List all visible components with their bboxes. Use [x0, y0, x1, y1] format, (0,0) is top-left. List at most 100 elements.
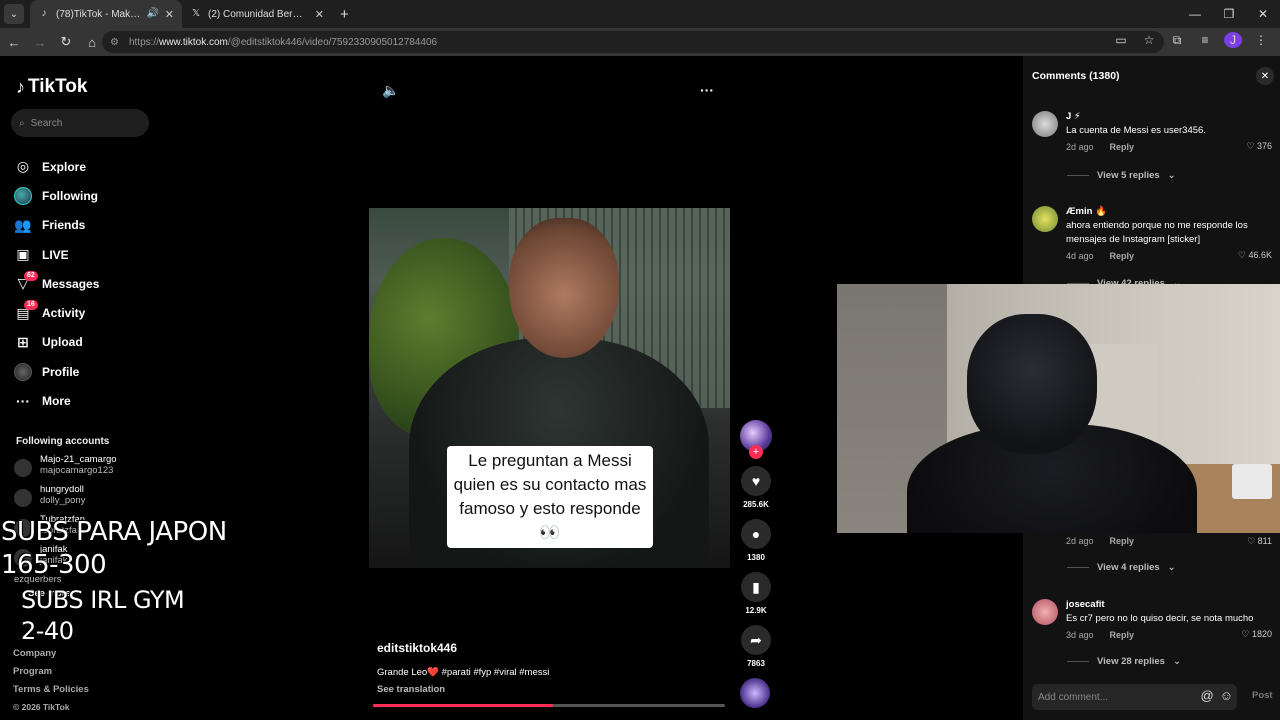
activity-badge: 16 [24, 300, 38, 311]
footer-company[interactable]: Company [13, 648, 89, 666]
reply-button[interactable]: Reply [1110, 251, 1135, 261]
sidebar-item-live[interactable]: ▣ LIVE [14, 240, 99, 269]
extensions-icon[interactable]: ⧉ [1168, 33, 1186, 48]
footer-copyright: © 2026 TikTok [13, 702, 70, 712]
video-description: Grande Leo❤️ #parati #fyp #viral #messi [377, 667, 550, 678]
comment-time: 2d ago [1066, 142, 1094, 152]
view-replies-button[interactable]: View 5 replies ⌄ [1067, 170, 1176, 181]
compass-icon: ◎ [16, 158, 30, 175]
restore-icon[interactable]: ❐ [1212, 0, 1246, 28]
site-info-icon[interactable]: ⚙ [110, 37, 119, 48]
account-name: hungrydoll [40, 484, 84, 495]
url-field[interactable]: ⚙ https://www.tiktok.com/@editstiktok446… [102, 31, 1164, 53]
speaker-icon[interactable]: 🔊 [147, 8, 159, 20]
share-action[interactable]: ➦ 7863 [738, 625, 774, 668]
minimize-icon[interactable]: — [1178, 0, 1212, 28]
comment-like[interactable]: ♡ 1820 [1241, 629, 1272, 640]
view-replies-label: View 4 replies [1097, 562, 1160, 573]
close-window-icon[interactable]: ✕ [1246, 0, 1280, 28]
new-tab-icon[interactable]: + [340, 6, 349, 23]
menu-kebab-icon[interactable]: ⋮ [1252, 33, 1270, 47]
tiktok-logo[interactable]: ♪ TikTok [16, 76, 87, 98]
close-tab-icon[interactable]: ✕ [165, 8, 174, 21]
sidebar-item-messages[interactable]: ▽ 62 Messages [14, 269, 99, 298]
video-info: editstiktok446 Grande Leo❤️ #parati #fyp… [377, 641, 549, 695]
home-icon[interactable]: ⌂ [80, 30, 104, 54]
video-person-head [509, 218, 619, 358]
comment-text: Es cr7 pero no lo quiso decir, se nota m… [1066, 613, 1254, 624]
bookmark-star-icon[interactable]: ☆ [1140, 33, 1158, 47]
comment-placeholder: Add comment... [1038, 691, 1109, 703]
sidebar-item-more[interactable]: ··· More [14, 386, 99, 415]
comment-user[interactable]: J ⚡ [1066, 111, 1272, 122]
tab-tiktok[interactable]: ♪ (78)TikTok - Make Your Day 🔊 ✕ [30, 0, 182, 28]
see-translation-link[interactable]: See translation [377, 684, 549, 695]
sidebar-item-following[interactable]: Following [14, 181, 99, 210]
x-favicon-icon: 𝕏 [191, 8, 201, 19]
cast-icon[interactable]: ▭ [1112, 33, 1130, 47]
avatar[interactable] [1032, 599, 1058, 625]
music-disc-icon[interactable] [740, 678, 770, 708]
share-icon[interactable]: ➦ [741, 625, 771, 655]
comment-item: josecafit Es cr7 pero no lo quiso decir,… [1032, 599, 1272, 640]
sidebar-item-explore[interactable]: ◎ Explore [14, 152, 99, 181]
add-comment-input[interactable]: Add comment... @ ☺ [1032, 684, 1237, 710]
save-action[interactable]: ▮ 12.9K [738, 572, 774, 615]
footer-terms[interactable]: Terms & Policies [13, 684, 89, 702]
comment-user[interactable]: josecafit [1066, 599, 1272, 610]
post-button[interactable]: Post [1252, 690, 1273, 701]
tab-search-icon[interactable]: ⌄ [4, 4, 24, 24]
sidebar-item-upload[interactable]: ⊞ Upload [14, 328, 99, 357]
profile-avatar[interactable]: J [1224, 32, 1242, 48]
footer-program[interactable]: Program [13, 666, 89, 684]
sidebar-item-activity[interactable]: ▤ 16 Activity [14, 298, 99, 327]
account-handle: dolly_pony [40, 495, 86, 506]
comment-like[interactable]: ♡ 46.6K [1238, 250, 1272, 261]
creator-avatar[interactable]: + [740, 420, 772, 459]
avatar [14, 489, 32, 507]
heart-icon[interactable]: ♥ [741, 466, 771, 496]
view-replies-button[interactable]: View 4 replies ⌄ [1067, 562, 1176, 573]
window-controls: — ❐ ✕ [1178, 0, 1280, 28]
forward-icon[interactable]: → [28, 30, 52, 54]
more-options-icon[interactable]: ··· [700, 82, 714, 98]
comment-like[interactable]: ♡ 376 [1246, 141, 1272, 152]
sidebar-item-friends[interactable]: 👥 Friends [14, 211, 99, 240]
emoji-icon[interactable]: ☺ [1220, 688, 1233, 703]
comment-icon[interactable]: ● [741, 519, 771, 549]
follow-plus-icon[interactable]: + [749, 445, 763, 459]
comment-text: La cuenta de Messi es user3456. [1066, 125, 1206, 136]
reply-button[interactable]: Reply [1110, 630, 1135, 640]
comment-user[interactable]: Æmin 🔥 [1066, 206, 1272, 217]
search-input[interactable]: ⌕ Search [11, 109, 149, 137]
reply-button[interactable]: Reply [1110, 536, 1135, 546]
bookmark-icon[interactable]: ▮ [741, 572, 771, 602]
mention-icon[interactable]: @ [1201, 688, 1214, 703]
video-progress-bar[interactable] [373, 704, 725, 707]
avatar[interactable] [1032, 111, 1058, 137]
overlay-range-1: 165-300 [1, 550, 107, 580]
reply-button[interactable]: Reply [1110, 142, 1135, 152]
tab-x[interactable]: 𝕏 (2) Comunidad Bermudez gang ✕ [182, 0, 332, 28]
comment-action[interactable]: ● 1380 [738, 519, 774, 562]
view-replies-button[interactable]: View 28 replies ⌄ [1067, 656, 1181, 667]
webcam-router [1232, 464, 1272, 499]
video-username[interactable]: editstiktok446 [377, 641, 549, 655]
close-tab-icon[interactable]: ✕ [315, 8, 324, 21]
comment-like[interactable]: ♡ 811 [1247, 536, 1272, 547]
close-icon[interactable]: ✕ [1256, 67, 1274, 85]
sidebar-nav: ◎ Explore Following 👥 Friends ▣ LIVE ▽ 6… [14, 152, 99, 416]
tiktok-favicon-icon: ♪ [41, 8, 47, 19]
video-progress-fill [373, 704, 553, 707]
following-account[interactable]: Majo-21_camargo majocamargo123 [14, 454, 117, 484]
browser-tab-bar: ⌄ ♪ (78)TikTok - Make Your Day 🔊 ✕ 𝕏 (2)… [0, 0, 1280, 28]
avatar[interactable] [1032, 206, 1058, 232]
like-action[interactable]: ♥ 285.6K [738, 466, 774, 509]
media-icon[interactable]: ≡ [1196, 33, 1214, 47]
sidebar-item-profile[interactable]: Profile [14, 357, 99, 386]
back-icon[interactable]: ← [2, 30, 26, 54]
following-account[interactable]: hungrydoll dolly_pony [14, 484, 117, 514]
comment-time: 3d ago [1066, 630, 1094, 640]
volume-icon[interactable]: 🔈 [382, 82, 399, 99]
reload-icon[interactable]: ↻ [54, 30, 78, 54]
